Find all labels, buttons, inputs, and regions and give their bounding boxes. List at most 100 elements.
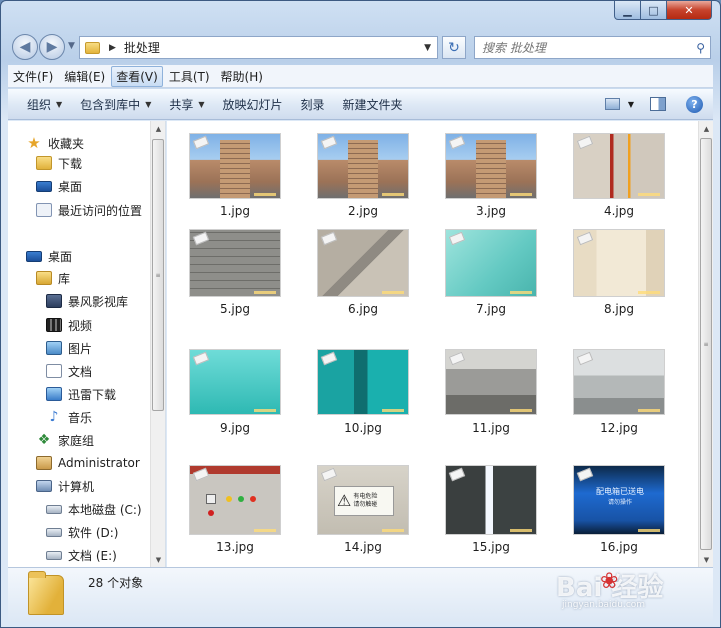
file-item[interactable]: 15.jpg: [445, 121, 537, 554]
folder-icon: [85, 41, 100, 54]
sidebar-item-label: 文档: [68, 364, 93, 379]
sidebar-item-label: 本地磁盘 (C:): [68, 502, 142, 517]
image-thumbnail[interactable]: ⚠ 有电危险 请勿触碰: [317, 465, 409, 535]
date-stamp-icon: [510, 291, 532, 294]
image-thumbnail[interactable]: [445, 349, 537, 415]
view-options-dropdown[interactable]: ▼: [628, 100, 634, 109]
photo-tag-icon: [448, 351, 466, 366]
sidebar-item[interactable]: 暴风影视库: [46, 291, 128, 311]
recent-pages-dropdown[interactable]: ▼: [68, 41, 75, 51]
navigation-pane-scrollbar[interactable]: ▲ ≡ ▼: [150, 121, 165, 567]
scroll-down-arrow-icon[interactable]: ▼: [151, 552, 166, 567]
thunder-download-icon: [46, 387, 62, 401]
image-thumbnail[interactable]: 配电箱已送电 请勿操作: [573, 465, 665, 535]
command-label: 新建文件夹: [342, 97, 403, 112]
sidebar-item[interactable]: 文档 (E:): [46, 545, 117, 565]
power-sign: 配电箱已送电 请勿操作: [586, 486, 654, 514]
image-thumbnail[interactable]: [189, 229, 281, 297]
forward-button[interactable]: ▶: [39, 34, 65, 60]
file-item[interactable]: 13.jpg: [189, 121, 281, 554]
scroll-up-arrow-icon[interactable]: ▲: [151, 121, 166, 136]
sidebar-item[interactable]: 本地磁盘 (C:): [46, 499, 142, 519]
maximize-button[interactable]: □: [641, 1, 667, 20]
menu-item[interactable]: 查看(V): [111, 65, 163, 87]
refresh-button[interactable]: ↻: [442, 36, 466, 59]
image-thumbnail[interactable]: [189, 465, 281, 535]
dropdown-arrow-icon: ▼: [145, 99, 152, 109]
image-thumbnail[interactable]: [445, 465, 537, 535]
menu-item[interactable]: 文件(F): [8, 66, 58, 87]
image-thumbnail[interactable]: [317, 349, 409, 415]
sidebar-item[interactable]: ♪ 音乐: [46, 407, 92, 427]
document-icon: [46, 364, 62, 378]
menu-item[interactable]: 工具(T): [164, 66, 215, 87]
scrollbar-thumb[interactable]: ≡: [700, 138, 712, 550]
sidebar-item-label: 桌面: [48, 249, 73, 264]
sidebar-item[interactable]: 文档: [46, 361, 92, 381]
scroll-down-arrow-icon[interactable]: ▼: [699, 552, 714, 567]
sidebar-item[interactable]: Administrator: [36, 453, 140, 473]
sidebar-item[interactable]: 迅雷下载: [46, 384, 116, 404]
search-icon[interactable]: ⚲: [696, 41, 705, 55]
photo-tag-icon: [576, 467, 594, 482]
menu-item[interactable]: 帮助(H): [216, 66, 268, 87]
sidebar-item[interactable]: 软件 (D:): [46, 522, 118, 542]
sidebar-item-label: 软件 (D:): [68, 525, 119, 540]
command-button[interactable]: 新建文件夹: [334, 89, 412, 119]
sidebar-item[interactable]: ❖ 家庭组: [36, 430, 94, 450]
scroll-up-arrow-icon[interactable]: ▲: [699, 121, 714, 136]
sidebar-item[interactable]: 桌面: [36, 176, 82, 196]
file-item[interactable]: 配电箱已送电 请勿操作 16.jpg: [573, 121, 665, 554]
caption-buttons: ▁ □ ✕: [614, 1, 712, 20]
command-button[interactable]: 包含到库中 ▼: [71, 89, 160, 119]
command-button[interactable]: 共享 ▼: [160, 89, 213, 119]
date-stamp-icon: [254, 291, 276, 294]
command-label: 放映幻灯片: [222, 97, 283, 112]
photo-tag-icon: [448, 231, 466, 246]
sidebar-item[interactable]: ★ 收藏夹: [26, 133, 84, 153]
view-controls: ▼ ?: [604, 95, 713, 113]
scrollbar-thumb[interactable]: ≡: [152, 139, 164, 411]
sidebar-item[interactable]: 最近访问的位置: [36, 200, 142, 220]
sidebar-item-label: 收藏夹: [48, 136, 85, 151]
sidebar-item[interactable]: 图片: [46, 338, 92, 358]
breadcrumb-current-folder[interactable]: 批处理: [124, 39, 160, 56]
photo-tag-icon: [192, 467, 210, 482]
warning-sign: ⚠ 有电危险 请勿触碰: [334, 486, 394, 516]
image-thumbnail[interactable]: [317, 229, 409, 297]
back-button[interactable]: ◀: [12, 34, 38, 60]
search-input[interactable]: [482, 40, 682, 55]
breadcrumb-separator-icon[interactable]: ▶: [109, 43, 116, 53]
sidebar-item[interactable]: 库: [36, 268, 70, 288]
minimize-button[interactable]: ▁: [614, 1, 641, 20]
search-box[interactable]: ⚲: [474, 36, 711, 59]
close-button[interactable]: ✕: [667, 1, 712, 20]
file-name: 16.jpg: [600, 540, 638, 554]
library-icon: [36, 271, 52, 285]
sidebar-item[interactable]: 计算机: [36, 476, 94, 496]
file-list-scrollbar[interactable]: ▲ ≡ ▼: [698, 121, 713, 567]
sidebar-item[interactable]: 视频: [46, 315, 92, 335]
address-history-dropdown[interactable]: ▼: [424, 43, 431, 53]
file-name: 5.jpg: [219, 302, 251, 316]
image-thumbnail[interactable]: [573, 229, 665, 297]
command-button[interactable]: 放映幻灯片: [214, 89, 292, 119]
image-thumbnail[interactable]: [445, 229, 537, 297]
image-thumbnail[interactable]: [189, 349, 281, 415]
sidebar-item[interactable]: 下载: [36, 153, 82, 173]
folder-icon: [28, 571, 64, 615]
file-item[interactable]: ⚠ 有电危险 请勿触碰 14.jpg: [317, 121, 409, 554]
navigation-bar: ◀ ▶ ▼ ▶ 批处理 ▼ ↻ ⚲: [1, 31, 720, 63]
change-view-icon[interactable]: [604, 98, 620, 110]
address-bar[interactable]: ▶ 批处理 ▼: [79, 36, 438, 59]
preview-pane-icon[interactable]: [650, 97, 666, 111]
command-button[interactable]: 刻录: [292, 89, 334, 119]
drive-icon: [46, 527, 62, 537]
command-button[interactable]: 组织 ▼: [18, 89, 71, 119]
menu-item[interactable]: 编辑(E): [59, 66, 110, 87]
help-icon[interactable]: ?: [686, 95, 703, 113]
photo-tag-icon: [320, 467, 338, 482]
date-stamp-icon: [638, 291, 660, 294]
sidebar-item[interactable]: 桌面: [26, 246, 72, 266]
image-thumbnail[interactable]: [573, 349, 665, 415]
